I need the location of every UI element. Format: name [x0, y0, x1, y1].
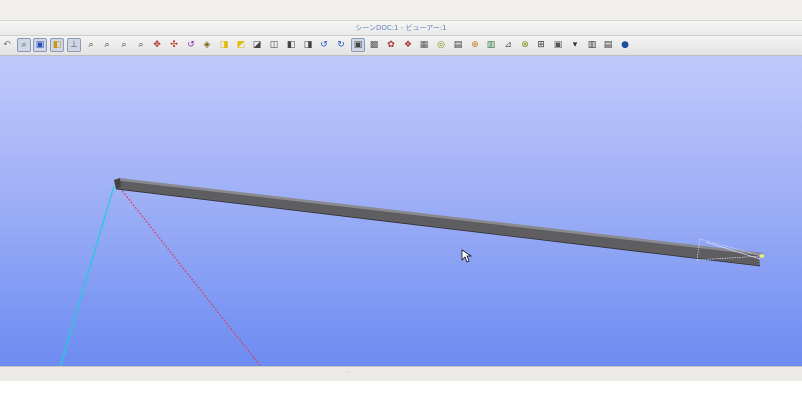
material-icon[interactable]: ✿: [385, 39, 397, 51]
beam-end-marker: [760, 254, 764, 258]
dropdown-arrow-icon[interactable]: ▾: [569, 39, 581, 51]
graduated-trihedron-icon[interactable]: ▤: [452, 39, 464, 51]
zoom-window-icon[interactable]: ⌕: [101, 39, 113, 51]
pan-icon[interactable]: ✥: [151, 39, 163, 51]
global-pan-icon[interactable]: ✣: [168, 39, 180, 51]
beam-top-face: [114, 178, 764, 255]
zoom-out-icon[interactable]: ⌕: [135, 39, 147, 51]
top-strip: [0, 0, 802, 21]
texture-icon[interactable]: ❖: [402, 39, 414, 51]
status-bar: ⋯: [0, 366, 802, 381]
left-view-icon[interactable]: ◧: [285, 39, 297, 51]
splitter-grip-icon[interactable]: ⋯: [345, 369, 351, 376]
sphere-icon[interactable]: ●: [619, 39, 631, 51]
y-axis-line: [59, 185, 115, 366]
scene-canvas: [59, 178, 764, 366]
cylinder-icon[interactable]: ▥: [586, 39, 598, 51]
transparency-icon[interactable]: ◎: [435, 39, 447, 51]
axis-icon[interactable]: ⊥: [67, 38, 81, 52]
beam-edge: [115, 188, 761, 267]
beam-side-face: [114, 180, 760, 266]
back-view-icon[interactable]: ◩: [235, 39, 247, 51]
clipping-icon[interactable]: ▦: [418, 39, 430, 51]
export-icon[interactable]: ⊿: [502, 39, 514, 51]
3d-viewport[interactable]: [0, 56, 802, 366]
mouse-cursor-icon: [461, 249, 473, 263]
viewer-toolbar: ↶ ⌕ ▣ ◧ ⊥ ⌕ ⌕ ⌕ ⌕ ✥ ✣ ↺ ◈ ◨ ◩ ◪ ◫ ◧ ◨ ↺ ↻ ▣ ▩ ✿ ❖ ▦ ◎ ▤ ⊕ ▥ ⊿ ⊗ ⊞ ▣ ▾ ▥ ▤ ●: [0, 36, 802, 56]
shading-icon[interactable]: ▩: [368, 39, 380, 51]
dynamic-zoom-icon[interactable]: ⌕: [17, 38, 31, 52]
reset-view-icon[interactable]: ◈: [201, 39, 213, 51]
viewer-title: シーンDOC:1 - ビューアー:1: [355, 24, 447, 32]
top-view-icon[interactable]: ◪: [251, 39, 263, 51]
x-axis-line: [119, 187, 262, 366]
measure-icon[interactable]: ▣: [552, 39, 564, 51]
sync-icon[interactable]: ⊗: [519, 39, 531, 51]
rotate-icon[interactable]: ↺: [185, 39, 197, 51]
rotate-right-icon[interactable]: ↻: [335, 39, 347, 51]
fit-all-icon[interactable]: ◧: [50, 38, 64, 52]
dump-view-icon[interactable]: ▥: [485, 39, 497, 51]
select-icon[interactable]: ▣: [33, 38, 47, 52]
beam-end-cap: [114, 178, 121, 189]
bottom-view-icon[interactable]: ◫: [268, 39, 280, 51]
zoom-icon[interactable]: ⌕: [85, 39, 97, 51]
beam-model[interactable]: [114, 178, 764, 267]
trihedron-icon[interactable]: ⊕: [469, 39, 481, 51]
wireframe-icon[interactable]: ▣: [351, 38, 365, 52]
zoom-in-icon[interactable]: ⌕: [118, 39, 130, 51]
sketch-icon[interactable]: ⊞: [535, 39, 547, 51]
viewer-title-bar: シーンDOC:1 - ビューアー:1: [0, 21, 802, 36]
front-view-icon[interactable]: ◨: [218, 39, 230, 51]
rotate-left-icon[interactable]: ↺: [318, 39, 330, 51]
undo-view-icon[interactable]: ↶: [1, 39, 13, 51]
right-view-icon[interactable]: ◨: [302, 39, 314, 51]
database-icon[interactable]: ▤: [602, 39, 614, 51]
